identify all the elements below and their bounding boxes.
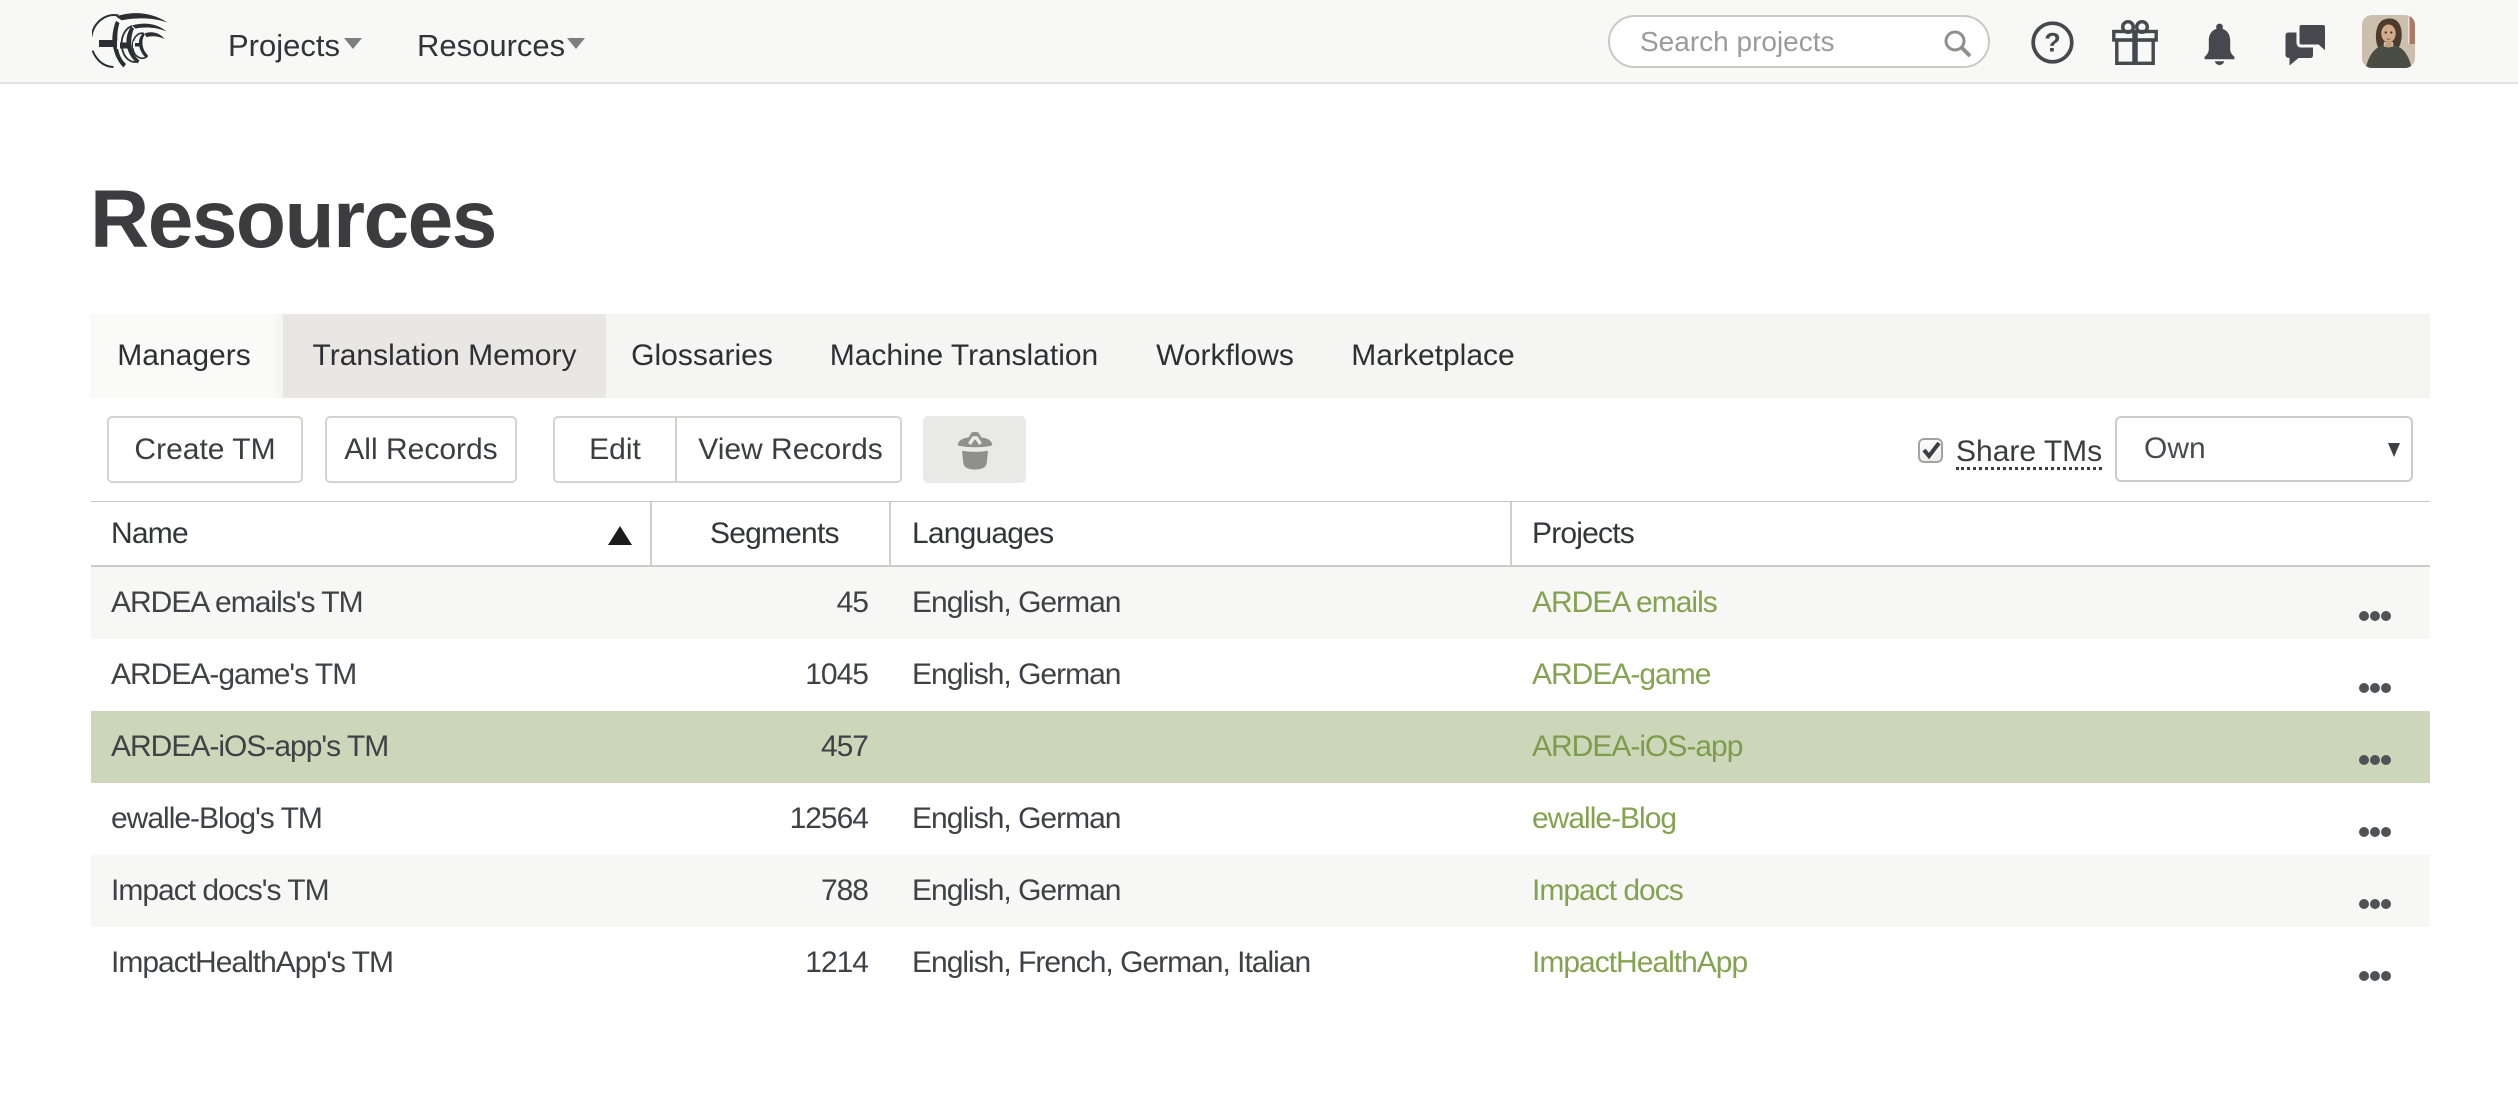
- svg-text:?: ?: [2044, 28, 2061, 58]
